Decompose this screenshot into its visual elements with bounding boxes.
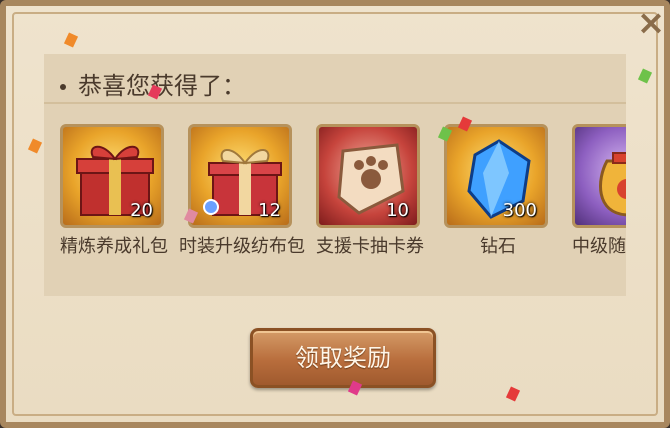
reward-list: 20 精炼养成礼包 12 时装升级纺布包 10 支援卡抽卡券 300 钻石 中级… xyxy=(44,110,626,296)
reward-title-text: 恭喜您获得了： xyxy=(78,72,246,100)
close-icon[interactable]: × xyxy=(628,6,670,40)
reward-name: 精炼养成礼包 xyxy=(60,236,168,257)
reward-name: 钻石 xyxy=(480,236,516,257)
claim-reward-button[interactable]: 领取奖励 xyxy=(250,328,436,388)
bullet-dot xyxy=(60,84,66,90)
reward-qty: 300 xyxy=(502,200,537,221)
claim-reward-button-label: 领取奖励 xyxy=(295,344,391,372)
reward-slot: 10 xyxy=(316,124,420,228)
reward-item-diamond[interactable]: 300 钻石 xyxy=(434,124,562,294)
reward-qty: 20 xyxy=(130,200,153,221)
reward-item-refine-pack[interactable]: 20 精炼养成礼包 xyxy=(50,124,178,294)
reward-slot: 20 xyxy=(60,124,164,228)
reward-qty: 12 xyxy=(258,200,281,221)
reward-slot xyxy=(572,124,626,228)
reward-name: 时装升级纺布包 xyxy=(179,236,305,257)
title-divider xyxy=(44,102,626,104)
reward-qty: 10 xyxy=(386,200,409,221)
reward-name: 中级随机宝袋 xyxy=(572,236,626,257)
treasure-bag-icon xyxy=(599,152,626,217)
reward-name: 支援卡抽卡券 xyxy=(316,236,424,257)
reward-item-costume-pack[interactable]: 12 时装升级纺布包 xyxy=(178,124,306,294)
reward-slot: 300 xyxy=(444,124,548,228)
reward-item-support-ticket[interactable]: 10 支援卡抽卡券 xyxy=(306,124,434,294)
reward-slot: 12 xyxy=(188,124,292,228)
reward-item-random-bag[interactable]: 中级随机宝袋 xyxy=(562,124,626,294)
reward-screen: × 恭喜您获得了： 20 精炼养成礼包 12 时装升级纺布包 10 支援卡抽卡券… xyxy=(0,0,670,428)
